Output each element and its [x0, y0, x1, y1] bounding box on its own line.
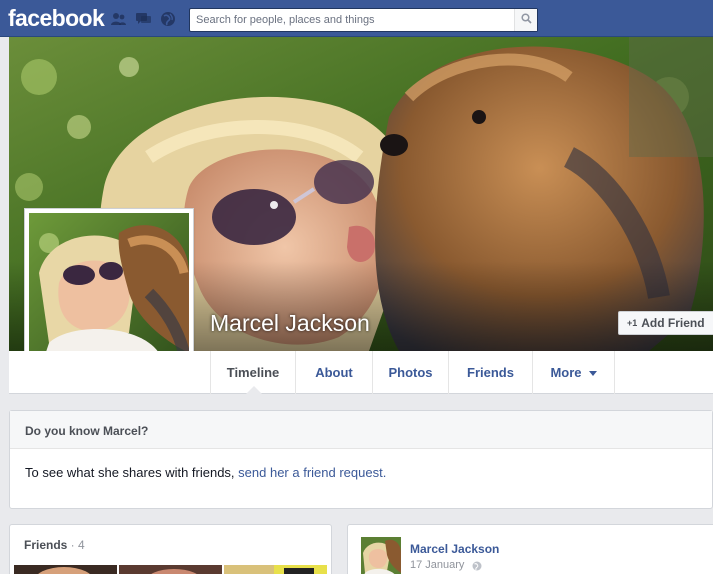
notifications-globe-icon[interactable] — [160, 11, 176, 27]
post-date[interactable]: 17 January — [410, 559, 464, 571]
friend-thumbnail[interactable] — [224, 565, 327, 574]
add-friend-label: Add Friend — [641, 316, 705, 330]
tab-friends[interactable]: Friends — [449, 351, 533, 394]
friends-separator: · — [67, 538, 79, 552]
tab-more[interactable]: More — [533, 351, 615, 394]
friends-title[interactable]: Friends — [24, 538, 67, 552]
post-author[interactable]: Marcel Jackson — [410, 542, 499, 556]
chevron-down-icon — [588, 370, 597, 376]
do-you-know-text: To see what she shares with friends, — [25, 465, 239, 480]
friends-header: Friends · 4 — [10, 525, 331, 552]
tab-label: More — [550, 365, 582, 380]
friend-thumbnail[interactable] — [119, 565, 222, 574]
tab-about[interactable]: About — [296, 351, 373, 394]
tab-label: Photos — [388, 365, 433, 380]
send-friend-request-link[interactable]: send her a friend request. — [238, 465, 386, 480]
profile-nav: Timeline About Photos Friends More — [9, 351, 713, 394]
friend-thumbnail[interactable] — [14, 565, 117, 574]
public-globe-icon[interactable] — [472, 560, 482, 574]
search-button[interactable] — [514, 9, 537, 31]
add-friend-button[interactable]: +1 Add Friend — [618, 311, 713, 335]
tab-photos[interactable]: Photos — [373, 351, 449, 394]
search-input[interactable] — [190, 9, 512, 31]
friends-count: 4 — [78, 538, 85, 552]
messages-icon[interactable] — [135, 11, 151, 27]
tab-label: Timeline — [226, 365, 280, 380]
profile-name[interactable]: Marcel Jackson — [210, 310, 370, 337]
do-you-know-body: To see what she shares with friends, sen… — [10, 449, 712, 480]
friends-card: Friends · 4 — [9, 524, 332, 574]
timeline-post: Marcel Jackson 17 January — [347, 524, 713, 574]
do-you-know-title: Do you know Marcel? — [10, 411, 712, 449]
search-icon — [520, 13, 532, 27]
friend-requests-icon[interactable] — [110, 11, 126, 27]
add-friend-icon: +1 — [627, 318, 638, 328]
post-avatar[interactable] — [361, 537, 401, 574]
active-tab-indicator — [246, 386, 262, 394]
top-bar: facebook — [0, 0, 713, 37]
do-you-know-card: Do you know Marcel? To see what she shar… — [9, 410, 713, 509]
search-box — [189, 8, 538, 32]
tab-label: Friends — [467, 365, 514, 380]
tab-label: About — [315, 365, 353, 380]
facebook-logo[interactable]: facebook — [8, 5, 105, 32]
